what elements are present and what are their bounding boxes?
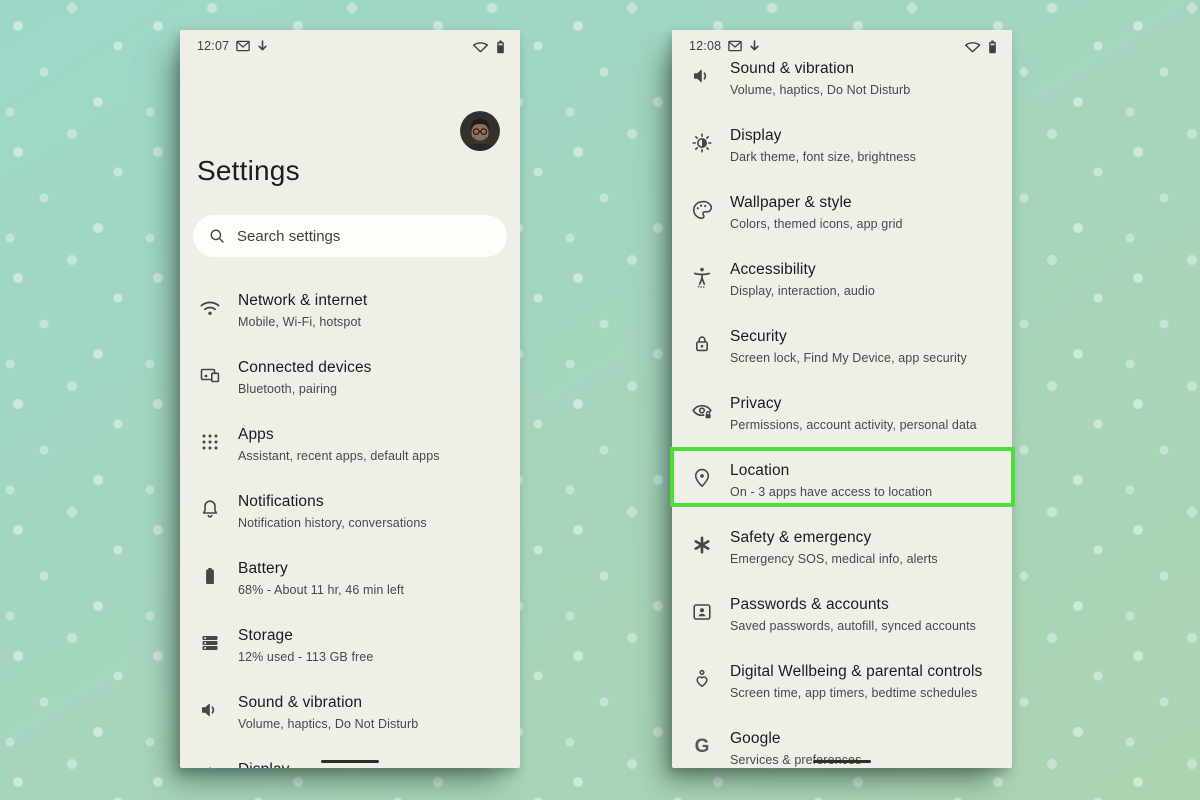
- item-title: Display: [238, 759, 290, 768]
- item-subtitle: Notification history, conversations: [238, 515, 427, 532]
- notifications-bell-icon: [198, 497, 222, 521]
- settings-item-connected-devices[interactable]: Connected devices Bluetooth, pairing: [180, 347, 520, 414]
- item-title: Storage: [238, 625, 373, 647]
- item-subtitle: 68% - About 11 hr, 46 min left: [238, 582, 404, 599]
- status-time: 12:07: [197, 39, 229, 53]
- item-subtitle: Colors, themed icons, app grid: [730, 216, 903, 233]
- settings-item-display[interactable]: Display Dark theme, font size, brightness: [672, 115, 1012, 182]
- item-title: Sound & vibration: [238, 692, 418, 714]
- wifi-icon: [198, 296, 222, 320]
- status-time: 12:08: [689, 39, 721, 53]
- desktop-background: { "colors":{ "background":"#a5d4bd", "do…: [0, 0, 1200, 800]
- wifi-status-icon: [472, 40, 489, 53]
- item-title: Privacy: [730, 393, 977, 415]
- battery-status-icon: [496, 40, 505, 54]
- item-title: Display: [730, 125, 916, 147]
- item-subtitle: Bluetooth, pairing: [238, 381, 372, 398]
- item-subtitle: Permissions, account activity, personal …: [730, 417, 977, 434]
- palette-icon: [690, 198, 714, 222]
- google-g-icon: G: [690, 734, 714, 758]
- wellbeing-heart-icon: [690, 667, 714, 691]
- settings-item-wallpaper-style[interactable]: Wallpaper & style Colors, themed icons, a…: [672, 182, 1012, 249]
- item-title: Google: [730, 728, 861, 750]
- settings-item-sound-vibration[interactable]: Sound & vibration Volume, haptics, Do Not…: [180, 682, 520, 749]
- item-title: Passwords & accounts: [730, 594, 976, 616]
- download-arrow-icon: [749, 40, 760, 53]
- settings-list: Sound & vibrationVolume, haptics, Do Not…: [672, 62, 1012, 768]
- status-bar: 12:07: [180, 30, 520, 62]
- settings-item-display[interactable]: Display: [180, 749, 520, 768]
- item-subtitle: On - 3 apps have access to location: [730, 484, 932, 501]
- settings-item-battery[interactable]: Battery 68% - About 11 hr, 46 min left: [180, 548, 520, 615]
- battery-icon: [198, 564, 222, 588]
- item-subtitle: Dark theme, font size, brightness: [730, 149, 916, 166]
- settings-item-location[interactable]: Location On - 3 apps have access to locat…: [672, 450, 1012, 517]
- settings-item-storage[interactable]: Storage 12% used - 113 GB free: [180, 615, 520, 682]
- item-subtitle: Mobile, Wi-Fi, hotspot: [238, 314, 367, 331]
- settings-item-notifications[interactable]: Notifications Notification history, conve…: [180, 481, 520, 548]
- item-subtitle: Emergency SOS, medical info, alerts: [730, 551, 938, 568]
- item-subtitle: Volume, haptics, Do Not Disturb: [730, 82, 910, 99]
- item-title: Network & internet: [238, 290, 367, 312]
- item-title: Battery: [238, 558, 404, 580]
- accessibility-person-icon: [690, 265, 714, 289]
- wifi-status-icon: [964, 40, 981, 53]
- search-placeholder: Search settings: [237, 228, 340, 245]
- gmail-icon: [236, 40, 250, 52]
- display-brightness-icon: [198, 765, 222, 768]
- item-title: Security: [730, 326, 967, 348]
- item-title: Apps: [238, 424, 440, 446]
- speaker-icon: [690, 64, 714, 88]
- connected-devices-icon: [198, 363, 222, 387]
- search-input[interactable]: Search settings: [193, 215, 507, 257]
- settings-item-safety-emergency[interactable]: Safety & emergency Emergency SOS, medical…: [672, 517, 1012, 584]
- avatar[interactable]: [460, 111, 500, 151]
- privacy-eye-icon: [690, 399, 714, 423]
- gmail-icon: [728, 40, 742, 52]
- item-title: Wallpaper & style: [730, 192, 903, 214]
- gesture-handle[interactable]: [813, 760, 871, 763]
- item-title: Accessibility: [730, 259, 875, 281]
- item-title: Safety & emergency: [730, 527, 938, 549]
- speaker-icon: [198, 698, 222, 722]
- item-subtitle: 12% used - 113 GB free: [238, 649, 373, 666]
- settings-item-privacy[interactable]: Privacy Permissions, account activity, pe…: [672, 383, 1012, 450]
- item-subtitle: Display, interaction, audio: [730, 283, 875, 300]
- location-pin-icon: [690, 466, 714, 490]
- item-subtitle: Screen lock, Find My Device, app securit…: [730, 350, 967, 367]
- settings-item-security[interactable]: Security Screen lock, Find My Device, app…: [672, 316, 1012, 383]
- settings-item-digital-wellbeing[interactable]: Digital Wellbeing & parental controls Scr…: [672, 651, 1012, 718]
- lock-icon: [690, 332, 714, 356]
- settings-item-passwords-accounts[interactable]: Passwords & accounts Saved passwords, aut…: [672, 584, 1012, 651]
- phone-screenshot-left: 12:07 Settings Search settings: [180, 30, 520, 768]
- page-title: Settings: [197, 155, 300, 187]
- settings-item-network-internet[interactable]: Network & internet Mobile, Wi-Fi, hotspot: [180, 280, 520, 347]
- item-title: Digital Wellbeing & parental controls: [730, 661, 982, 683]
- apps-grid-icon: [198, 430, 222, 454]
- gesture-handle[interactable]: [321, 760, 379, 763]
- item-subtitle: Saved passwords, autofill, synced accoun…: [730, 618, 976, 635]
- settings-item-accessibility[interactable]: Accessibility Display, interaction, audio: [672, 249, 1012, 316]
- display-brightness-icon: [690, 131, 714, 155]
- battery-status-icon: [988, 40, 997, 54]
- item-title: Notifications: [238, 491, 427, 513]
- settings-item-apps[interactable]: Apps Assistant, recent apps, default apps: [180, 414, 520, 481]
- item-subtitle: Volume, haptics, Do Not Disturb: [238, 716, 418, 733]
- settings-list: Network & internet Mobile, Wi-Fi, hotspot…: [180, 280, 520, 768]
- item-title: Connected devices: [238, 357, 372, 379]
- phone-screenshot-right: Sound & vibrationVolume, haptics, Do Not…: [672, 30, 1012, 768]
- download-arrow-icon: [257, 40, 268, 53]
- status-bar: 12:08: [672, 30, 1012, 62]
- item-title: Location: [730, 460, 932, 482]
- safety-asterisk-icon: [690, 533, 714, 557]
- item-subtitle: Assistant, recent apps, default apps: [238, 448, 440, 465]
- person-card-icon: [690, 600, 714, 624]
- storage-icon: [198, 631, 222, 655]
- search-icon: [208, 227, 226, 245]
- item-subtitle: Screen time, app timers, bedtime schedul…: [730, 685, 982, 702]
